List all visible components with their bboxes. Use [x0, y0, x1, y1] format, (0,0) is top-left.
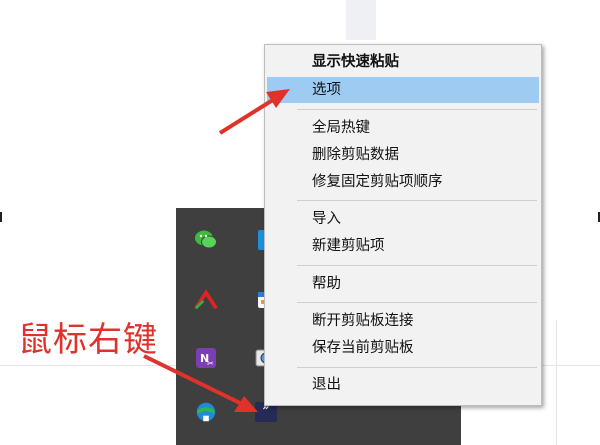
- annotation-arrows: [143, 89, 290, 412]
- arrow-to-tray-icon: [143, 354, 258, 412]
- arrow-to-options: [218, 89, 290, 135]
